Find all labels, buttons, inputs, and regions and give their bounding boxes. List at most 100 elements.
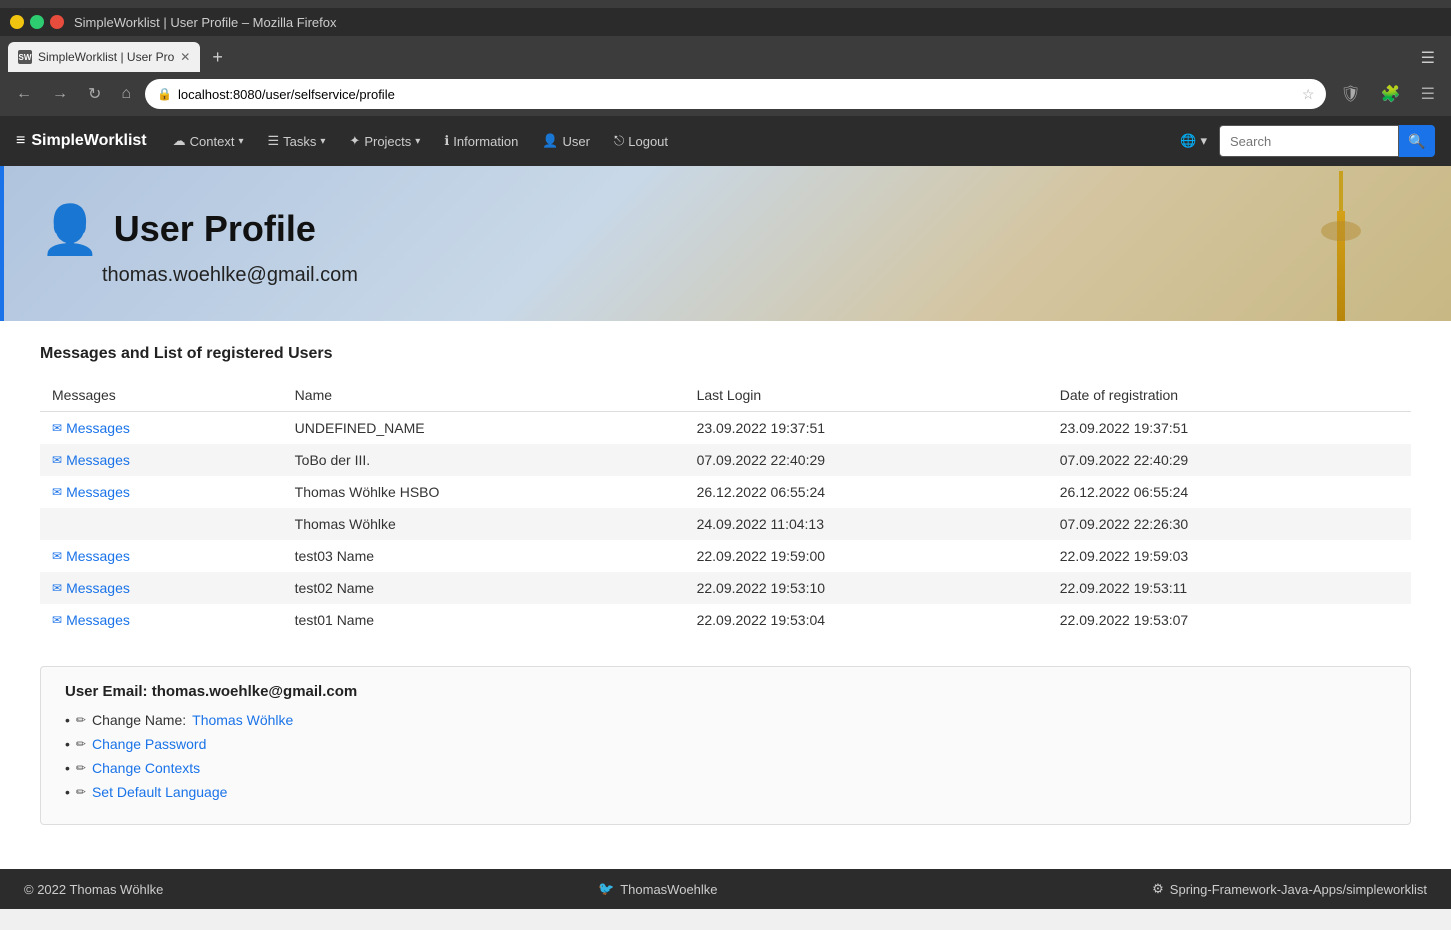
footer-copyright: © 2022 Thomas Wöhlke xyxy=(24,882,163,897)
edit-icon: ✏ xyxy=(76,737,86,751)
action-link-1[interactable]: Change Password xyxy=(92,736,206,752)
last-login-cell: 22.09.2022 19:53:10 xyxy=(685,572,1048,604)
email-prefix: User Email: xyxy=(65,683,148,700)
date-reg-cell: 22.09.2022 19:53:11 xyxy=(1048,572,1411,604)
globe-caret: ▾ xyxy=(1200,133,1207,149)
nav-user[interactable]: 👤 User xyxy=(532,127,600,155)
hero-user-icon: 👤 xyxy=(40,201,100,258)
envelope-icon: ✉ xyxy=(52,613,62,627)
address-input[interactable] xyxy=(178,87,1296,102)
messages-cell: ✉Messages xyxy=(40,572,283,604)
globe-icon: 🌐 xyxy=(1180,133,1196,149)
message-link[interactable]: ✉Messages xyxy=(52,548,271,564)
name-cell: UNDEFINED_NAME xyxy=(283,412,685,445)
footer: © 2022 Thomas Wöhlke 🐦 ThomasWoehlke ⚙ S… xyxy=(0,869,1451,909)
table-row: ✉Messagestest03 Name22.09.2022 19:59:002… xyxy=(40,540,1411,572)
envelope-icon: ✉ xyxy=(52,453,62,467)
edit-icon: ✏ xyxy=(76,761,86,775)
date-reg-cell: 23.09.2022 19:37:51 xyxy=(1048,412,1411,445)
search-icon: 🔍 xyxy=(1408,133,1425,150)
tab-menu-btn[interactable]: ☰ xyxy=(1413,44,1443,72)
address-bar-actions: 🛡 🧩 ☰ xyxy=(1334,82,1441,106)
footer-twitter: 🐦 ThomasWoehlke xyxy=(598,881,718,897)
back-btn[interactable]: ← xyxy=(10,81,38,107)
nav-information[interactable]: ℹ Information xyxy=(434,127,528,155)
table-row: Thomas Wöhlke24.09.2022 11:04:1307.09.20… xyxy=(40,508,1411,540)
hero-accent xyxy=(0,166,4,321)
main-content: Messages and List of registered Users Me… xyxy=(0,321,1451,869)
language-btn[interactable]: 🌐 ▾ xyxy=(1172,129,1215,153)
last-login-cell: 23.09.2022 19:37:51 xyxy=(685,412,1048,445)
github-label: Spring-Framework-Java-Apps/simpleworklis… xyxy=(1170,882,1427,897)
tasks-caret: ▾ xyxy=(320,136,325,147)
hero-subtitle: thomas.woehlke@gmail.com xyxy=(102,264,358,287)
nav-logout[interactable]: ⎋ Logout xyxy=(604,127,678,155)
last-login-cell: 22.09.2022 19:53:04 xyxy=(685,604,1048,636)
tower-shape xyxy=(1337,211,1345,321)
search-btn[interactable]: 🔍 xyxy=(1399,125,1435,157)
col-header-name: Name xyxy=(283,379,685,412)
nav-tasks[interactable]: ☰ Tasks ▾ xyxy=(257,127,335,155)
user-action-item: ✏ Change Name: Thomas Wöhlke xyxy=(65,712,1386,728)
last-login-cell: 24.09.2022 11:04:13 xyxy=(685,508,1048,540)
hero-title-row: 👤 User Profile xyxy=(40,201,358,258)
projects-caret: ▾ xyxy=(415,136,420,147)
list-icon: ☰ xyxy=(267,133,279,149)
action-link-2[interactable]: Change Contexts xyxy=(92,760,200,776)
forward-btn[interactable]: → xyxy=(46,81,74,107)
hamburger-btn[interactable]: ☰ xyxy=(1415,82,1441,106)
footer-github: ⚙ Spring-Framework-Java-Apps/simpleworkl… xyxy=(1152,881,1427,897)
info-icon: ℹ xyxy=(444,133,449,149)
refresh-btn[interactable]: ↻ xyxy=(82,80,107,108)
edit-icon: ✏ xyxy=(76,785,86,799)
hero-decoration xyxy=(1311,166,1371,321)
messages-cell: ✉Messages xyxy=(40,444,283,476)
title-bar: SimpleWorklist | User Profile – Mozilla … xyxy=(0,8,1451,36)
maximize-btn[interactable] xyxy=(30,15,44,29)
tab-close-btn[interactable]: ✕ xyxy=(180,50,190,64)
user-actions-list: ✏ Change Name: Thomas Wöhlke ✏ Change Passw… xyxy=(65,712,1386,800)
nav-projects[interactable]: ✦ Projects ▾ xyxy=(339,127,430,155)
message-link[interactable]: ✉Messages xyxy=(52,484,271,500)
nav-context[interactable]: ☁ Context ▾ xyxy=(163,127,254,155)
search-input[interactable] xyxy=(1219,125,1399,157)
last-login-cell: 07.09.2022 22:40:29 xyxy=(685,444,1048,476)
user-info-box: User Email: thomas.woehlke@gmail.com ✏Ch… xyxy=(40,666,1411,825)
app-navbar: ≡ SimpleWorklist ☁ Context ▾ ☰ Tasks ▾ ✦… xyxy=(0,116,1451,166)
action-prefix: Change Name: xyxy=(92,712,186,728)
edit-icon: ✏ xyxy=(76,713,86,727)
message-link[interactable]: ✉Messages xyxy=(52,580,271,596)
table-row: ✉MessagesUNDEFINED_NAME23.09.2022 19:37:… xyxy=(40,412,1411,445)
bookmark-icon[interactable]: ☆ xyxy=(1302,86,1315,103)
minimize-btn[interactable] xyxy=(10,15,24,29)
name-cell: test03 Name xyxy=(283,540,685,572)
brand[interactable]: ≡ SimpleWorklist xyxy=(16,132,147,150)
brand-icon: ≡ xyxy=(16,132,25,150)
new-tab-btn[interactable]: + xyxy=(208,42,227,72)
messages-cell: ✉Messages xyxy=(40,604,283,636)
action-link-0[interactable]: Thomas Wöhlke xyxy=(192,712,293,728)
name-cell: test02 Name xyxy=(283,572,685,604)
action-link-3[interactable]: Set Default Language xyxy=(92,784,227,800)
message-link[interactable]: ✉Messages xyxy=(52,420,271,436)
lock-icon: 🔒 xyxy=(157,87,172,101)
close-btn[interactable] xyxy=(50,15,64,29)
messages-cell: ✉Messages xyxy=(40,540,283,572)
envelope-icon: ✉ xyxy=(52,581,62,595)
user-action-item: ✏ Change Contexts xyxy=(65,760,1386,776)
table-row: ✉MessagesToBo der III.07.09.2022 22:40:2… xyxy=(40,444,1411,476)
col-header-last-login: Last Login xyxy=(685,379,1048,412)
user-action-item: ✏ Set Default Language xyxy=(65,784,1386,800)
address-input-wrap[interactable]: 🔒 ☆ xyxy=(145,79,1326,109)
messages-cell: ✉Messages xyxy=(40,476,283,508)
last-login-cell: 26.12.2022 06:55:24 xyxy=(685,476,1048,508)
shield-btn[interactable]: 🛡 xyxy=(1334,82,1366,106)
message-link[interactable]: ✉Messages xyxy=(52,612,271,628)
date-reg-cell: 26.12.2022 06:55:24 xyxy=(1048,476,1411,508)
table-row: ✉Messagestest01 Name22.09.2022 19:53:042… xyxy=(40,604,1411,636)
extensions-btn[interactable]: 🧩 xyxy=(1375,82,1407,106)
browser-tab[interactable]: SW SimpleWorklist | User Pro ✕ xyxy=(8,42,200,72)
table-row: ✉Messages test02 Name22.09.2022 19:53:102… xyxy=(40,572,1411,604)
message-link[interactable]: ✉Messages xyxy=(52,452,271,468)
home-btn[interactable]: ⌂ xyxy=(115,81,137,107)
